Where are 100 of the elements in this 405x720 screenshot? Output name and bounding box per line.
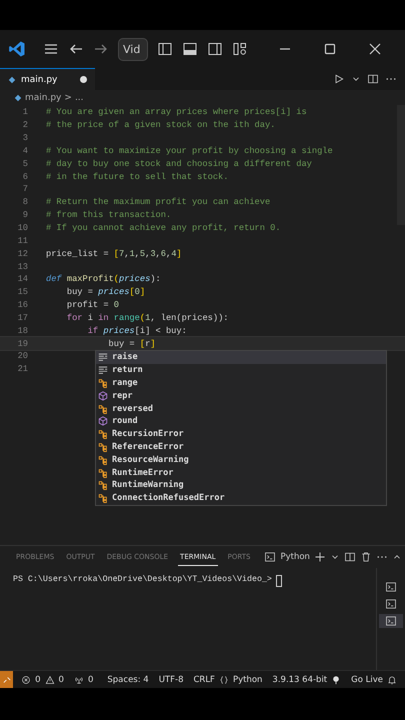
suggestion-item[interactable]: ReferenceError [96,440,386,454]
code-line: # If you cannot achieve any profit, return 0. [46,223,281,234]
code-line: if prices[i] < buy: [86,326,187,336]
run-icon[interactable] [333,73,345,85]
suggestion-item[interactable]: return [96,364,386,377]
line-number: 15 [16,287,28,298]
code-line: profit = 0 [66,300,120,310]
suggestion-item[interactable]: raise [96,351,386,364]
keyword-icon [98,365,108,376]
trash-icon[interactable] [360,551,372,563]
editor-tab[interactable]: main.py [0,68,96,90]
code-line: for i in range(1, len(prices)): [66,312,229,323]
line-number: 5 [22,158,28,169]
code-line: def maxProfit(prices): [46,274,161,284]
remote-icon [2,674,12,684]
code-line: buy = prices[0] [66,287,146,298]
suggestion-item[interactable]: round [96,414,386,428]
line-number: 8 [22,197,28,208]
customize-layout-icon[interactable] [232,41,248,57]
class-icon [98,404,108,414]
suggestion-item[interactable]: RuntimeError [96,466,386,479]
plus-icon[interactable] [314,551,326,563]
maximize-icon[interactable] [322,41,338,57]
split-terminal-icon[interactable] [344,551,356,563]
suggestion-item[interactable]: reversed [96,402,386,415]
panel-layout-icon[interactable] [182,41,198,57]
suggestion-item[interactable]: range [96,376,386,390]
status-item[interactable]: UTF-8 [158,674,184,684]
code-line: # Return the maximum profit you can achieve [46,197,270,208]
suggestion-item[interactable]: RecursionError [96,428,386,441]
braces-icon [218,674,229,684]
warning-count[interactable]: 0 [58,674,64,684]
line-number: 20 [16,351,28,362]
code-line: buy = [r] [108,338,156,349]
line-number: 18 [16,326,28,336]
broadcast-icon [331,674,342,684]
terminal-prompt: PS C:\Users\rroka\OneDrive\Desktop\YT_Videos\Video_> [13,575,272,584]
class-icon [98,442,108,452]
suggestion-item[interactable]: repr [96,389,386,402]
code-line: # the price of a given stock on the ith day. [46,120,276,130]
bell-icon[interactable] [387,674,397,684]
python-interpreter[interactable]: 3.9.13 64-bit [272,674,328,684]
code-line: # in the future to sell that stock. [46,172,228,182]
cube-icon [98,416,108,426]
sidebar-layout-icon[interactable] [157,41,173,57]
line-number: 21 [16,364,28,374]
error-icon [21,674,32,684]
line-number: 16 [16,300,28,310]
go-live-button[interactable]: Go Live [351,674,383,684]
warning-icon [44,674,55,684]
line-number: 17 [16,312,28,323]
suggestion-item[interactable]: ResourceWarning [96,453,386,466]
class-icon [98,493,108,504]
status-item[interactable]: Spaces: 4 [107,674,149,684]
line-number: 9 [22,210,28,220]
line-number: 10 [16,223,28,234]
ports-count[interactable]: 0 [88,674,94,684]
line-number: 14 [16,274,28,284]
status-item[interactable]: CRLF [193,674,215,684]
secondary-sidebar-icon[interactable] [207,41,223,57]
cube-icon [98,390,108,401]
class-icon [98,468,108,478]
code-line: # from this transaction. [46,210,172,220]
search-field[interactable]: Vid [118,38,148,60]
line-number: 19 [16,338,28,349]
split-editor-icon[interactable] [367,73,379,85]
terminal-cursor [276,575,282,587]
vscode-logo-icon [8,40,26,58]
error-count[interactable]: 0 [35,674,41,684]
keyword-icon [98,352,108,362]
line-number: 11 [16,236,28,246]
class-icon [98,480,108,490]
terminal-instance-icon[interactable] [379,614,403,628]
tab-label: main.py [21,74,58,84]
class-icon [98,378,108,388]
line-number: 6 [22,172,28,182]
remote-button[interactable] [0,671,14,688]
code-line: # You are given an array prices where prices[i] is [46,107,307,118]
terminal-profile: Python [280,552,310,562]
terminal-icon [264,551,276,563]
breadcrumb-separator: > [64,92,72,102]
suggestion-item[interactable]: ConnectionRefusedError [96,492,386,505]
code-line: # day to buy one stock and choosing a different day [46,158,312,169]
class-icon [98,429,108,440]
close-icon[interactable] [367,41,383,57]
breadcrumb-more[interactable]: ... [74,92,84,102]
line-number: 4 [22,146,28,156]
code-line: price_list = [7,1,5,3,6,4] [46,248,182,259]
line-number: 13 [16,262,28,272]
line-number: 7 [22,184,28,194]
breadcrumb-file[interactable]: main.py [25,92,62,102]
line-number: 3 [22,133,28,144]
antenna-icon [74,674,84,684]
class-icon [98,454,108,465]
line-number: 1 [22,107,28,118]
suggestion-item[interactable]: RuntimeWarning [96,478,386,492]
python-file-icon [8,76,16,84]
line-number: 2 [22,120,28,130]
code-line: # You want to maximize your profit by choosing a single [46,146,333,156]
language-mode[interactable]: Python [232,674,262,684]
